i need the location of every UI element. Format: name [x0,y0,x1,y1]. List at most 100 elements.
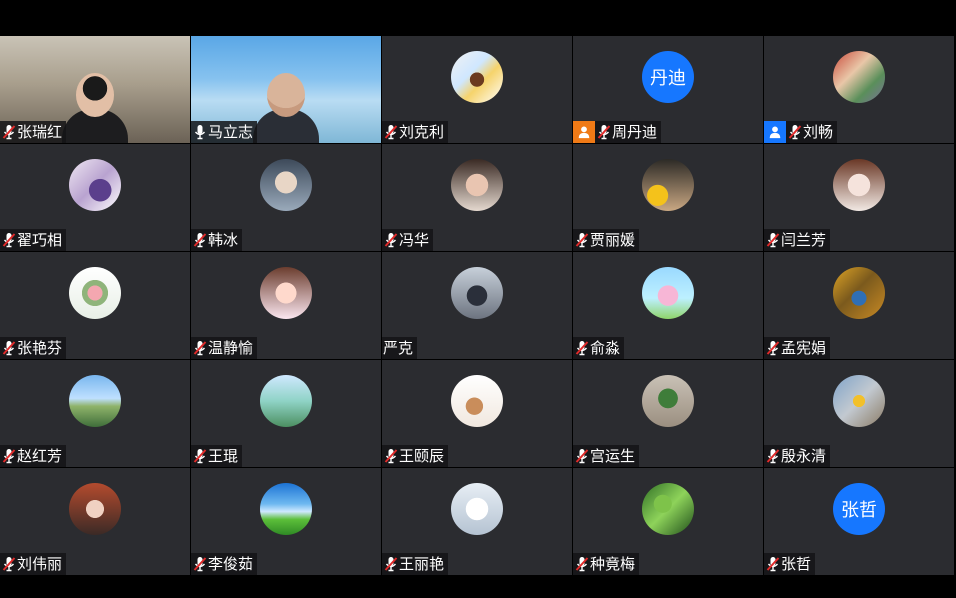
participant-tile[interactable]: 刘畅 [764,36,954,143]
participant-label: 翟巧相 [0,229,67,251]
participant-tile[interactable]: 翟巧相 [0,144,190,251]
participant-name: 孟宪娟 [781,339,827,357]
participant-tile[interactable]: 张艳芬 [0,252,190,359]
participant-label: 张艳芬 [0,337,67,359]
participant-name: 王琨 [208,447,239,465]
participant-tile[interactable]: 刘克利 [382,36,572,143]
participant-name: 周丹迪 [612,123,658,141]
participant-tile[interactable]: 王丽艳 [382,468,572,575]
participant-tile[interactable]: 俞淼 [573,252,763,359]
mic-muted-icon [575,341,589,356]
participant-tile[interactable]: 闫兰芳 [764,144,954,251]
participant-tile[interactable]: 温静愉 [191,252,381,359]
mic-muted-icon [193,233,207,248]
avatar [69,375,121,427]
mic-muted-icon [766,341,780,356]
mic-muted-icon [384,557,398,572]
participant-label: 殷永清 [764,445,831,467]
avatar [260,375,312,427]
participant-tile[interactable]: 马立志 [191,36,381,143]
participant-label: 宫运生 [573,445,640,467]
participant-label: 周丹迪 [573,121,662,143]
participant-label: 刘克利 [382,121,449,143]
avatar [642,267,694,319]
participant-name: 翟巧相 [17,231,63,249]
participant-tile[interactable]: 冯华 [382,144,572,251]
participant-tile[interactable]: 李俊茹 [191,468,381,575]
participant-name: 赵红芳 [17,447,63,465]
participant-label: 张瑞红 [0,121,67,143]
mic-muted-icon [766,557,780,572]
participant-label: 闫兰芳 [764,229,831,251]
participant-tile[interactable]: 种竟梅 [573,468,763,575]
mic-muted-icon [193,449,207,464]
participant-tile[interactable]: 孟宪娟 [764,252,954,359]
participant-tile[interactable]: 贾丽媛 [573,144,763,251]
participant-name: 冯华 [399,231,430,249]
host-user-icon [573,121,595,143]
avatar [451,375,503,427]
participant-tile[interactable]: 张哲 张哲 [764,468,954,575]
participant-label: 赵红芳 [0,445,67,467]
participant-label: 温静愉 [191,337,258,359]
participant-name: 殷永清 [781,447,827,465]
avatar [260,483,312,535]
mic-muted-icon [2,449,16,464]
participant-tile[interactable]: 刘伟丽 [0,468,190,575]
participant-tile[interactable]: 王琨 [191,360,381,467]
mic-muted-icon [575,233,589,248]
participant-tile[interactable]: 王颐辰 [382,360,572,467]
mic-icon [194,125,206,140]
participant-tile[interactable]: 韩冰 [191,144,381,251]
top-bar [0,0,956,36]
participant-name: 贾丽媛 [590,231,636,249]
participant-name: 俞淼 [590,339,621,357]
avatar [69,267,121,319]
avatar [451,51,503,103]
participant-label: 王琨 [191,445,243,467]
mic-muted-icon [2,125,16,140]
participant-label: 刘畅 [764,121,838,143]
mic-muted-icon [597,125,611,140]
participant-tile[interactable]: 严克 [382,252,572,359]
participant-label: 王颐辰 [382,445,449,467]
participant-name: 王丽艳 [399,555,445,573]
avatar [451,483,503,535]
participant-name: 张艳芬 [17,339,63,357]
mic-muted-icon [788,125,802,140]
participant-name: 种竟梅 [590,555,636,573]
participant-name: 王颐辰 [399,447,445,465]
participant-name: 张瑞红 [17,123,63,141]
participant-tile[interactable]: 张瑞红 [0,36,190,143]
participant-name: 闫兰芳 [781,231,827,249]
bottom-bar [0,576,956,598]
mic-muted-icon [384,125,398,140]
avatar [451,267,503,319]
participant-grid: 张瑞红 马立志 刘克利 丹迪 周丹迪刘畅翟巧相 韩冰 冯华 贾丽媛 闫兰芳张艳芬 温静愉 严克 俞淼 孟… [0,36,954,576]
avatar [642,375,694,427]
participant-tile[interactable]: 赵红芳 [0,360,190,467]
mic-muted-icon [766,449,780,464]
participant-video [253,65,319,143]
participant-label: 张哲 [764,553,816,575]
mic-muted-icon [2,557,16,572]
participant-label: 李俊茹 [191,553,258,575]
participant-label: 刘伟丽 [0,553,67,575]
mic-muted-icon [766,233,780,248]
participant-label: 孟宪娟 [764,337,831,359]
participant-label: 冯华 [382,229,434,251]
avatar [833,159,885,211]
participant-tile[interactable]: 宫运生 [573,360,763,467]
mic-muted-icon [575,557,589,572]
mic-muted-icon [384,449,398,464]
mic-muted-icon [193,557,207,572]
participant-tile[interactable]: 殷永清 [764,360,954,467]
mic-muted-icon [2,233,16,248]
participant-name: 刘畅 [803,123,834,141]
participant-tile[interactable]: 丹迪 周丹迪 [573,36,763,143]
avatar [642,483,694,535]
mic-muted-icon [2,341,16,356]
participant-name: 刘伟丽 [17,555,63,573]
participant-label: 韩冰 [191,229,243,251]
mic-muted-icon [384,233,398,248]
